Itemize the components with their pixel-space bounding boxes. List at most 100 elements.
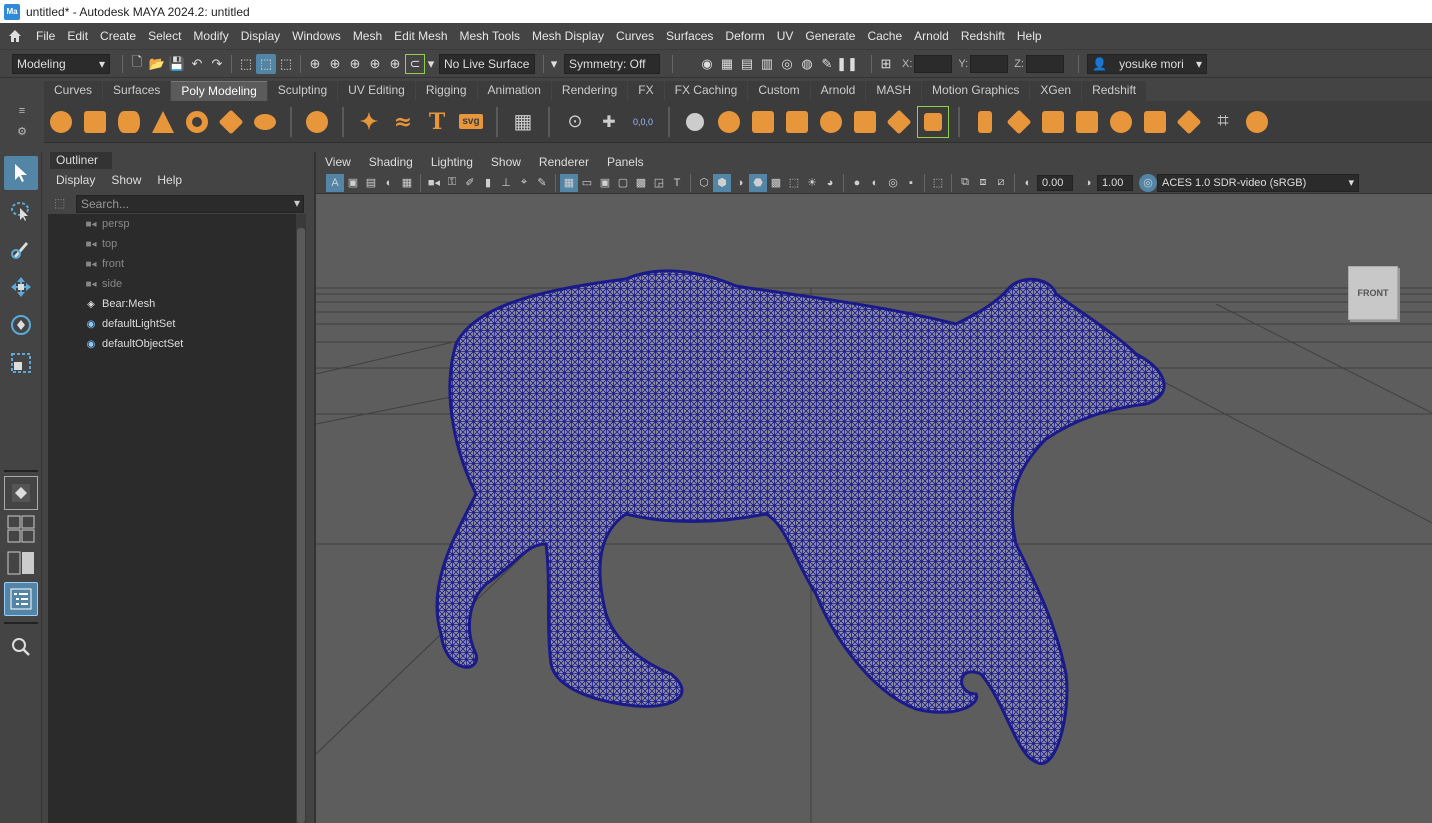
undo-icon[interactable]: ↶ <box>187 54 207 74</box>
wireframe-on-shaded-icon[interactable]: ⬣ <box>749 173 767 192</box>
xray-active-icon[interactable]: ⧈ <box>974 174 992 192</box>
shelf-tab-mash[interactable]: MASH <box>866 81 922 101</box>
menu-windows[interactable]: Windows <box>286 29 347 43</box>
depth-of-field-icon[interactable]: ▪ <box>902 174 920 192</box>
outliner-scrollbar[interactable] <box>296 214 306 823</box>
bevel-icon[interactable] <box>917 105 949 138</box>
color-space-dropdown[interactable]: ACES 1.0 SDR-video (sRGB) ▾ <box>1157 173 1359 192</box>
shelf-tab-surfaces[interactable]: Surfaces <box>103 81 171 101</box>
multi-cut-icon[interactable] <box>1003 106 1035 138</box>
insert-edge-loop-icon[interactable] <box>969 106 1001 138</box>
render-settings-icon[interactable]: ▥ <box>757 54 777 74</box>
lasso-tool-icon[interactable] <box>4 194 38 228</box>
redo-icon[interactable]: ↷ <box>207 54 227 74</box>
snap-point-icon[interactable]: ⊕ <box>345 54 365 74</box>
ipr-render-icon[interactable]: ▤ <box>737 54 757 74</box>
resolution-gate-icon[interactable]: ▣ <box>596 174 614 192</box>
outliner-item-top[interactable]: ■◂ top <box>48 234 296 254</box>
isolate-icon[interactable]: ⧄ <box>992 174 1010 192</box>
menuset-dropdown[interactable]: Modeling ▾ <box>12 53 110 74</box>
viewport-menu-show[interactable]: Show <box>482 155 530 169</box>
fill-hole-icon[interactable] <box>1071 106 1103 138</box>
move-tool-icon[interactable] <box>4 270 38 304</box>
sculpt-icon[interactable] <box>1241 106 1273 138</box>
grease-pencil-icon[interactable]: ✐ <box>461 174 479 192</box>
gate-mask-icon[interactable]: ▢ <box>614 174 632 192</box>
magnet-icon[interactable]: ⊂ <box>405 53 425 74</box>
menu-deform[interactable]: Deform <box>719 29 770 43</box>
symmetry-dropdown[interactable]: Symmetry: Off <box>564 53 660 74</box>
pivot-icon[interactable]: ⌖ <box>515 174 533 192</box>
color-management-icon[interactable]: ◎ <box>1139 173 1157 192</box>
anti-aliasing-icon[interactable]: ◎ <box>884 174 902 192</box>
render-setup-icon[interactable]: ◍ <box>797 54 817 74</box>
menu-select[interactable]: Select <box>142 29 187 43</box>
scrollbar-thumb[interactable] <box>297 228 305 823</box>
duplicate-face-icon[interactable] <box>1173 106 1205 138</box>
separate-icon[interactable] <box>713 106 745 138</box>
center-pivot-icon[interactable]: ⊙ <box>559 106 591 138</box>
grid-toggle-icon[interactable]: ⊥ <box>497 174 515 192</box>
xray-joints-icon[interactable]: ⧉ <box>956 174 974 192</box>
svg-tool-icon[interactable]: svg <box>455 106 487 138</box>
gamma-field[interactable]: 1.00 <box>1097 174 1133 191</box>
smooth-icon[interactable] <box>747 106 779 138</box>
poly-cone-icon[interactable] <box>147 106 179 138</box>
shelf-tab-uv-editing[interactable]: UV Editing <box>338 81 415 101</box>
chevron-down-icon[interactable]: ▾ <box>425 54 437 74</box>
outliner-menu-show[interactable]: Show <box>103 173 149 187</box>
render-current-frame-icon[interactable]: ▦ <box>717 54 737 74</box>
scale-tool-icon[interactable] <box>4 346 38 380</box>
menu-mesh-display[interactable]: Mesh Display <box>526 29 610 43</box>
menu-modify[interactable]: Modify <box>187 29 234 43</box>
menu-curves[interactable]: Curves <box>610 29 660 43</box>
super-shape-icon[interactable]: ✦ <box>353 106 385 138</box>
menu-mesh-tools[interactable]: Mesh Tools <box>454 29 526 43</box>
reset-transform-icon[interactable]: 0,0,0 <box>627 106 659 138</box>
light-editor-icon[interactable]: ✎ <box>817 54 837 74</box>
render-view-icon[interactable]: ◉ <box>697 54 717 74</box>
exposure-field[interactable]: 0.00 <box>1037 174 1073 191</box>
chevron-down-icon[interactable]: ▾ <box>294 196 300 210</box>
snap-view-plane-icon[interactable]: ⊕ <box>365 54 385 74</box>
shelf-menu-icon[interactable]: ≡ <box>19 105 25 117</box>
target-weld-icon[interactable] <box>1037 106 1069 138</box>
shelf-tab-curves[interactable]: Curves <box>44 81 103 101</box>
four-pane-layout-icon[interactable] <box>4 514 38 544</box>
z-field[interactable] <box>1025 54 1064 73</box>
platonic-solid-icon[interactable] <box>301 106 333 138</box>
menu-surfaces[interactable]: Surfaces <box>660 29 719 43</box>
viewport-menu-panels[interactable]: Panels <box>598 155 653 169</box>
sweep-mesh-icon[interactable]: ≈ <box>387 106 419 138</box>
poly-cube-icon[interactable] <box>79 106 111 138</box>
boolean-icon[interactable] <box>781 106 813 138</box>
poly-torus-icon[interactable] <box>181 106 213 138</box>
bridge-icon[interactable] <box>883 106 915 138</box>
viewport-menu-lighting[interactable]: Lighting <box>422 155 482 169</box>
outliner-tab[interactable]: Outliner <box>50 152 112 169</box>
two-pane-layout-icon[interactable] <box>4 548 38 578</box>
menu-generate[interactable]: Generate <box>799 29 861 43</box>
shadows-icon[interactable]: ◕ <box>821 174 839 192</box>
poly-disc-icon[interactable] <box>249 106 281 138</box>
menu-edit-mesh[interactable]: Edit Mesh <box>388 29 453 43</box>
shelf-tab-poly-modeling[interactable]: Poly Modeling <box>171 81 267 101</box>
menu-file[interactable]: File <box>30 29 61 43</box>
menu-cache[interactable]: Cache <box>861 29 908 43</box>
rotate-tool-icon[interactable] <box>4 308 38 342</box>
shelf-tab-motion-graphics[interactable]: Motion Graphics <box>922 81 1030 101</box>
shelf-tab-arnold[interactable]: Arnold <box>810 81 866 101</box>
menu-uv[interactable]: UV <box>771 29 800 43</box>
shelf-tab-sculpting[interactable]: Sculpting <box>267 81 338 101</box>
extrude-icon[interactable] <box>849 106 881 138</box>
outliner-item-default-light-set[interactable]: ◉ defaultLightSet <box>48 314 296 334</box>
outliner-item-side[interactable]: ■◂ side <box>48 274 296 294</box>
viewport-scene[interactable]: FRONT <box>315 194 1432 823</box>
select-hierarchy-icon[interactable]: ⬚ <box>236 54 256 74</box>
image-plane-icon[interactable]: ◐ <box>380 174 398 192</box>
shelf-tab-fx[interactable]: FX <box>628 81 664 101</box>
hypershade-icon[interactable]: ◎ <box>777 54 797 74</box>
append-polygon-icon[interactable] <box>1139 106 1171 138</box>
isolate-select-icon[interactable]: ⬚ <box>929 174 947 192</box>
new-scene-icon[interactable]: 🗋 <box>127 54 147 74</box>
